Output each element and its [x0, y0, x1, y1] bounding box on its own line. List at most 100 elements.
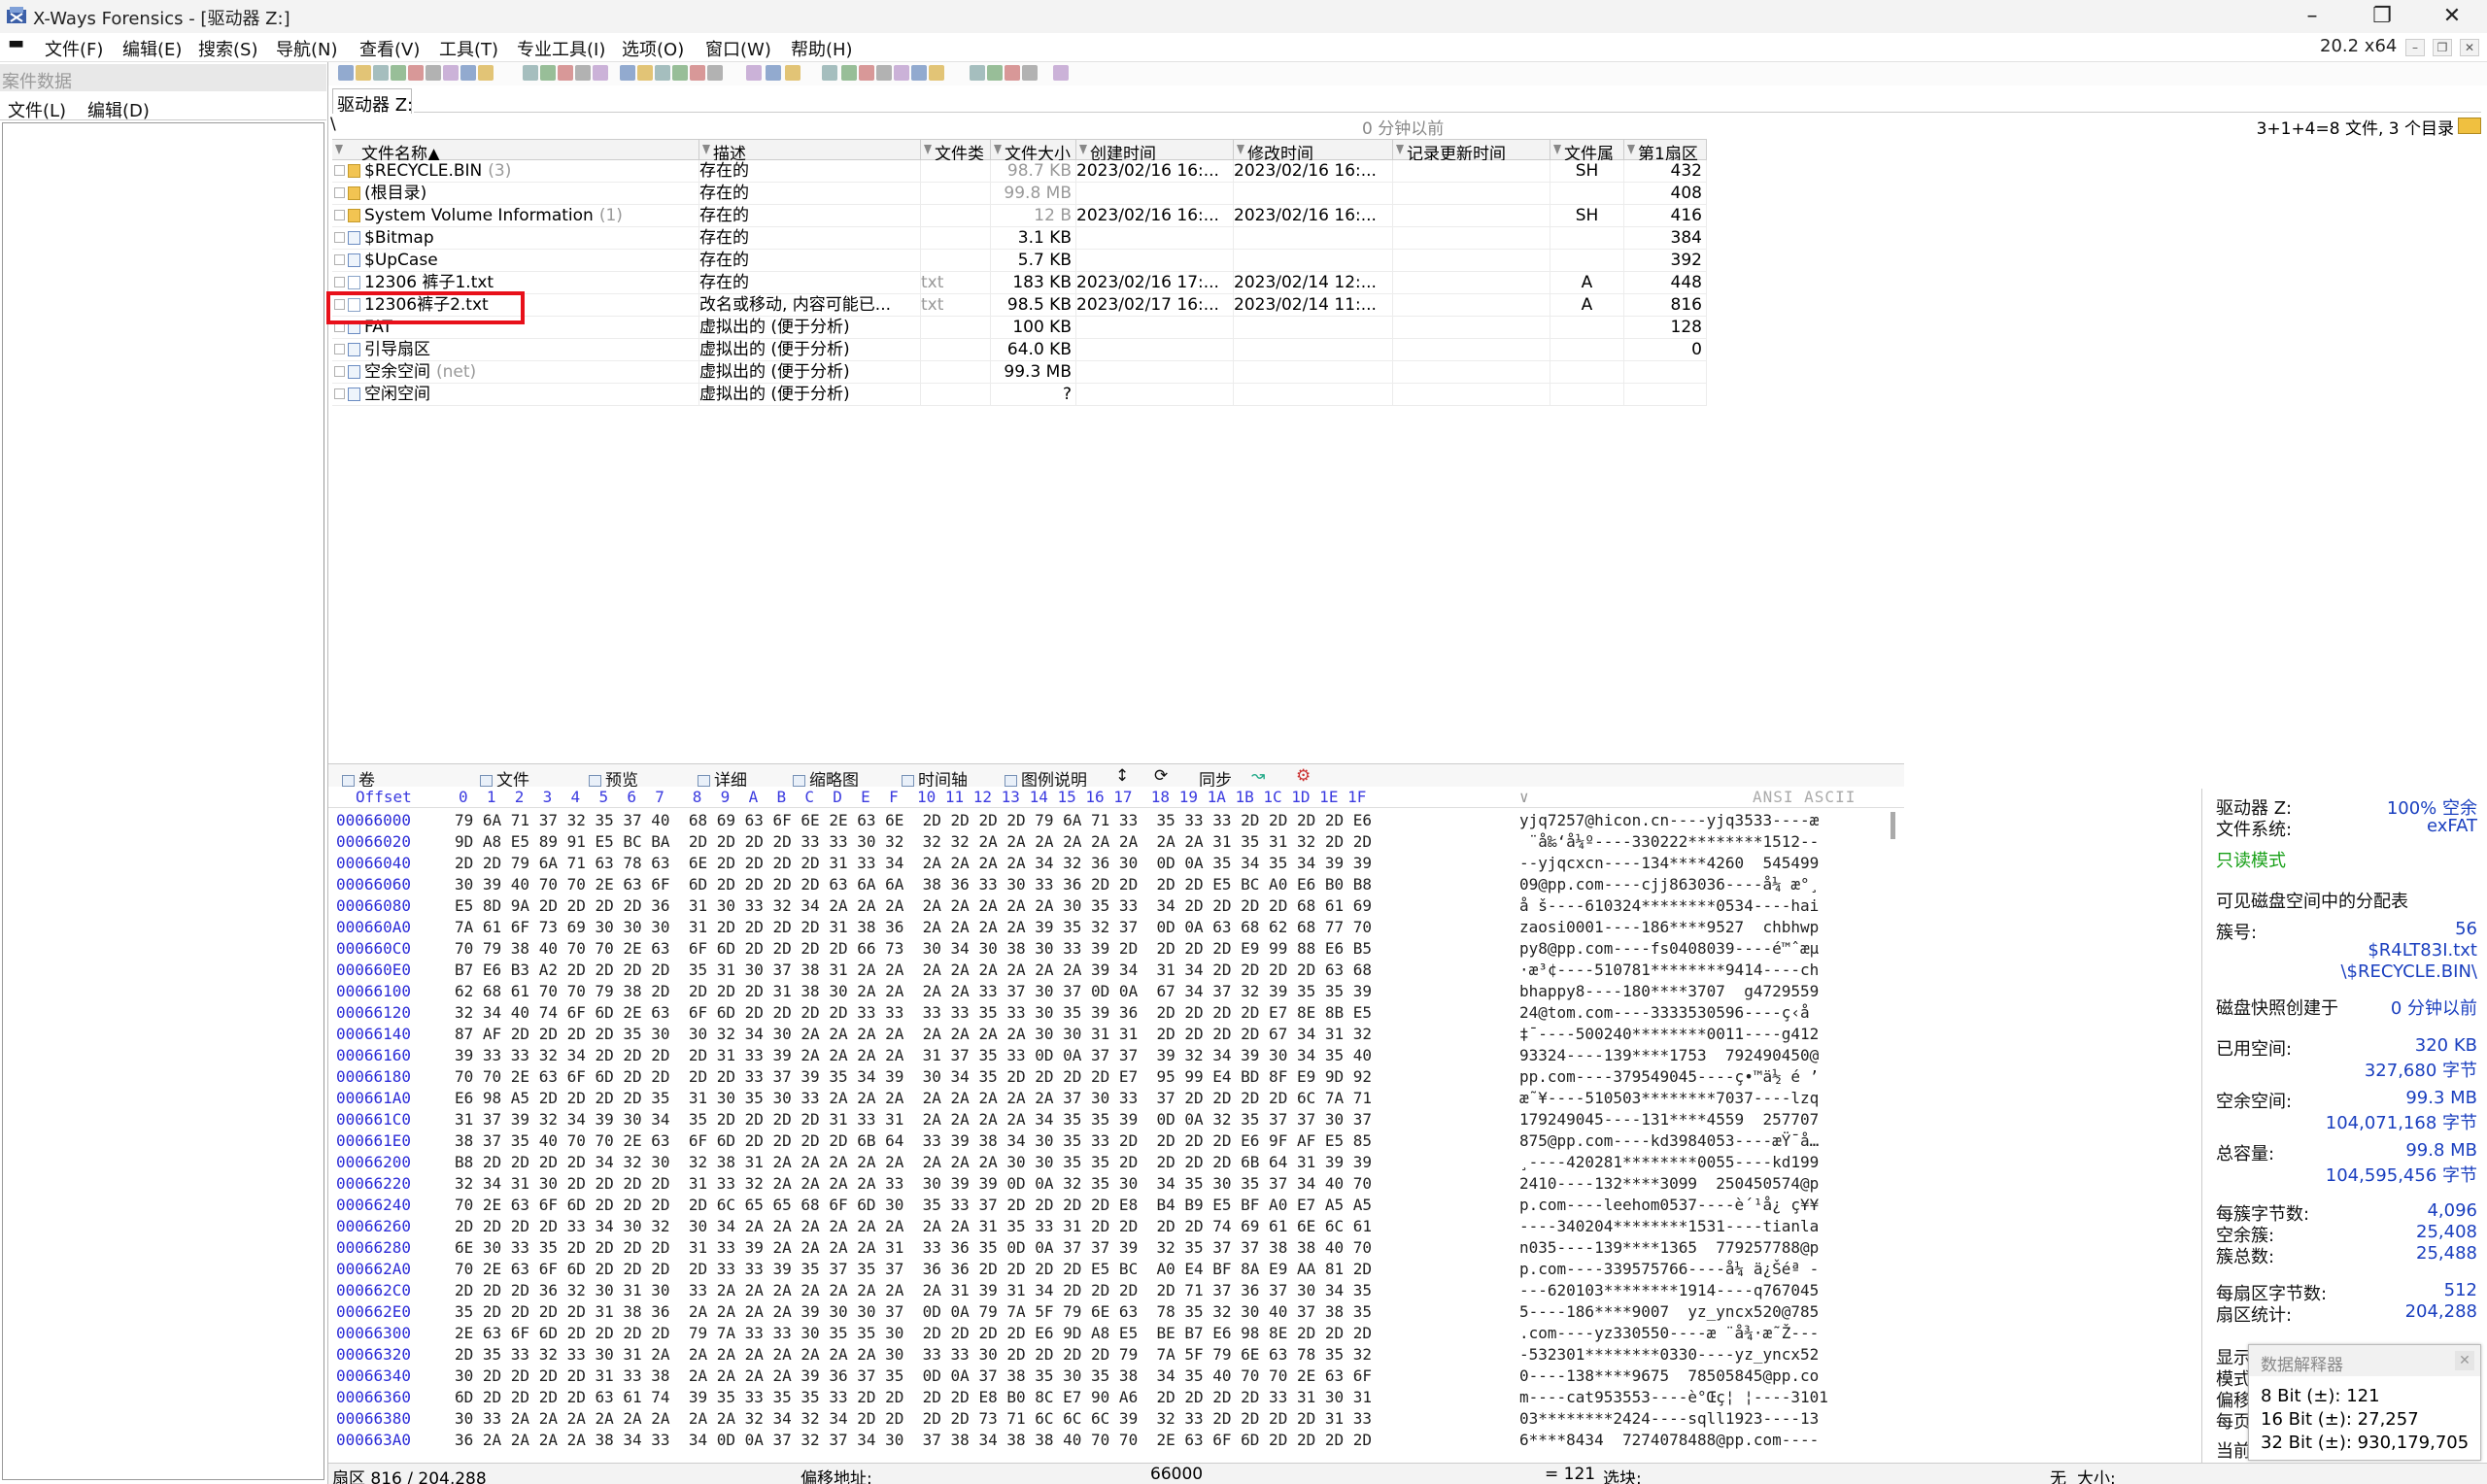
mdi-close-icon[interactable]: ✕ — [2460, 39, 2479, 56]
file-row[interactable]: $RECYCLE.BIN (3) 存在的 98.7 KB 2023/02/16 16:.… — [332, 160, 1707, 183]
row-checkbox[interactable] — [334, 165, 345, 176]
settings-icon[interactable]: ⚙ — [1296, 766, 1311, 786]
toolbar-tool-icon[interactable] — [987, 65, 1003, 81]
hex-row[interactable]: 00066000 79 6A 71 37 32 35 37 40 68 69 63… — [328, 810, 1904, 831]
toolbar-tool-icon[interactable] — [575, 65, 591, 81]
toolbar-tool-icon[interactable] — [478, 65, 494, 81]
col-record-updated[interactable]: 记录更新时间 — [1393, 140, 1550, 160]
hex-row[interactable]: 00066040 2D 2D 79 6A 71 63 78 63 6E 2D 2D… — [328, 853, 1904, 874]
ascii-toggle-icon[interactable]: ∨ — [1519, 788, 1529, 806]
file-name-cell[interactable]: $UpCase — [332, 250, 699, 271]
col-type[interactable]: 文件类 — [921, 140, 991, 160]
row-checkbox[interactable] — [334, 232, 345, 243]
hex-scrollbar[interactable] — [1891, 812, 1895, 839]
hex-editor[interactable]: Offset 0 1 2 3 4 5 6 7 8 9 A B C D E F 1… — [328, 787, 1904, 1457]
col-modified[interactable]: 修改时间 — [1234, 140, 1393, 160]
sync-arrow-icon[interactable]: ↝ — [1251, 766, 1265, 786]
file-row[interactable]: 引导扇区 虚拟出的 (便于分析) 64.0 KB 0 — [332, 339, 1707, 361]
menu-help[interactable]: 帮助(H) — [791, 36, 853, 61]
hex-row[interactable]: 000662E0 35 2D 2D 2D 2D 31 38 36 2A 2A 2A… — [328, 1301, 1904, 1323]
toolbar-tool-icon[interactable] — [655, 65, 670, 81]
case-tree[interactable] — [2, 122, 324, 1480]
toolbar-tool-icon[interactable] — [766, 65, 781, 81]
data-interpreter-close-button[interactable]: ✕ — [2455, 1351, 2474, 1370]
file-row[interactable]: 12306裤子2.txt 改名或移动, 内容可能已... txt 98.5 KB 202… — [332, 294, 1707, 317]
hex-row[interactable]: 00066020 9D A8 E5 89 91 E5 BC BA 2D 2D 2D… — [328, 831, 1904, 853]
col-created[interactable]: 创建时间 — [1076, 140, 1234, 160]
toolbar-tool-icon[interactable] — [540, 65, 556, 81]
toolbar-tool-icon[interactable] — [1053, 65, 1069, 81]
menu-window[interactable]: 窗口(W) — [705, 36, 771, 61]
col-attributes[interactable]: 文件属 — [1550, 140, 1624, 160]
hex-row[interactable]: 000663A0 36 2A 2A 2A 2A 38 34 33 34 0D 0A… — [328, 1430, 1904, 1451]
toolbar-tool-icon[interactable] — [338, 65, 354, 81]
menu-search[interactable]: 搜索(S) — [198, 36, 257, 61]
toolbar-tool-icon[interactable] — [620, 65, 635, 81]
hex-row[interactable]: 00066220 32 34 31 30 2D 2D 2D 2D 31 33 32… — [328, 1173, 1904, 1195]
file-name-cell[interactable]: $Bitmap — [332, 227, 699, 249]
data-interpreter-panel[interactable]: 数据解释器 ✕ 8 Bit (±): 121 16 Bit (±): 27,25… — [2248, 1344, 2481, 1461]
toolbar-tool-icon[interactable] — [373, 65, 389, 81]
toolbar-tool-icon[interactable] — [558, 65, 573, 81]
hex-row[interactable]: 000660E0 B7 E6 B3 A2 2D 2D 2D 2D 35 31 30… — [328, 960, 1904, 981]
hex-row[interactable]: 00066200 B8 2D 2D 2D 2D 34 32 30 32 38 31… — [328, 1152, 1904, 1173]
scroll-icon[interactable]: ↕ — [1115, 766, 1129, 786]
minimize-button[interactable]: – — [2287, 2, 2337, 31]
menu-file[interactable]: 文件(F) — [45, 36, 103, 61]
toolbar-tool-icon[interactable] — [876, 65, 892, 81]
toolbar-tool-icon[interactable] — [970, 65, 985, 81]
hex-row[interactable]: 00066080 E5 8D 9A 2D 2D 2D 2D 36 31 30 33… — [328, 895, 1904, 917]
menu-edit[interactable]: 编辑(E) — [122, 36, 182, 61]
row-checkbox[interactable] — [334, 366, 345, 377]
file-row[interactable]: System Volume Information (1) 存在的 12 B 2023/… — [332, 205, 1707, 227]
hex-row[interactable]: 00066240 70 2E 63 6F 6D 2D 2D 2D 2D 6C 65… — [328, 1195, 1904, 1216]
col-description[interactable]: 描述 — [699, 140, 921, 160]
hex-row[interactable]: 000660C0 70 79 38 40 70 70 2E 63 6F 6D 2D… — [328, 938, 1904, 960]
hex-row[interactable]: 000661A0 E6 98 A5 2D 2D 2D 2D 35 31 30 35… — [328, 1088, 1904, 1109]
hex-row[interactable]: 00066180 70 70 2E 63 6F 6D 2D 2D 2D 2D 33… — [328, 1066, 1904, 1088]
toolbar-tool-icon[interactable] — [356, 65, 371, 81]
toolbar-tool-icon[interactable] — [1005, 65, 1020, 81]
file-row[interactable]: 12306 裤子1.txt 存在的 txt 183 KB 2023/02/16 17:.… — [332, 272, 1707, 294]
col-size[interactable]: 文件大小 — [991, 140, 1076, 160]
toolbar-tool-icon[interactable] — [911, 65, 927, 81]
toolbar-tool-icon[interactable] — [408, 65, 424, 81]
hex-row[interactable]: 000661C0 31 37 39 32 34 39 30 34 35 2D 2D… — [328, 1109, 1904, 1130]
hex-row[interactable]: 00066120 32 34 40 74 6F 6D 2E 63 6F 6D 2D… — [328, 1002, 1904, 1024]
hex-row[interactable]: 00066140 87 AF 2D 2D 2D 2D 35 30 30 32 34… — [328, 1024, 1904, 1045]
toolbar-tool-icon[interactable] — [841, 65, 857, 81]
hex-row[interactable]: 00066260 2D 2D 2D 2D 33 34 30 32 30 34 2A… — [328, 1216, 1904, 1237]
system-menu-icon[interactable]: ▬ — [8, 33, 24, 53]
toolbar-tool-icon[interactable] — [822, 65, 837, 81]
col-first-sector[interactable]: 第1扇区 — [1624, 140, 1707, 160]
file-row[interactable]: $Bitmap 存在的 3.1 KB 384 — [332, 227, 1707, 250]
close-button[interactable]: ✕ — [2427, 2, 2477, 31]
toolbar-tool-icon[interactable] — [690, 65, 705, 81]
file-row[interactable]: (根目录) 存在的 99.8 MB 408 — [332, 183, 1707, 205]
toolbar-tool-icon[interactable] — [929, 65, 944, 81]
hex-row[interactable]: 000661E0 38 37 35 40 70 70 2E 63 6F 6D 2D… — [328, 1130, 1904, 1152]
file-name-cell[interactable]: System Volume Information (1) — [332, 205, 699, 226]
toolbar-tool-icon[interactable] — [637, 65, 653, 81]
toolbar-tool-icon[interactable] — [460, 65, 476, 81]
toolbar-tool-icon[interactable] — [894, 65, 909, 81]
toolbar-tool-icon[interactable] — [746, 65, 762, 81]
mdi-restore-icon[interactable]: ❐ — [2433, 39, 2452, 56]
row-checkbox[interactable] — [334, 187, 345, 198]
hex-row[interactable]: 00066360 6D 2D 2D 2D 2D 63 61 74 39 35 33… — [328, 1387, 1904, 1408]
row-checkbox[interactable] — [334, 277, 345, 287]
row-checkbox[interactable] — [334, 254, 345, 265]
hex-row[interactable]: 00066300 2E 63 6F 6D 2D 2D 2D 2D 79 7A 33… — [328, 1323, 1904, 1344]
hex-row[interactable]: 00066160 39 33 33 32 34 2D 2D 2D 2D 31 33… — [328, 1045, 1904, 1066]
file-row[interactable]: 空余空间 (net) 虚拟出的 (便于分析) 99.3 MB — [332, 361, 1707, 384]
hex-row[interactable]: 00066320 2D 35 33 32 33 30 31 2A 2A 2A 2A… — [328, 1344, 1904, 1366]
hex-row[interactable]: 000660A0 7A 61 6F 73 69 30 30 30 31 2D 2D… — [328, 917, 1904, 938]
menu-view[interactable]: 查看(V) — [359, 36, 420, 61]
menu-navigate[interactable]: 导航(N) — [276, 36, 338, 61]
hex-row[interactable]: 00066100 62 68 61 70 70 79 38 2D 2D 2D 2D… — [328, 981, 1904, 1002]
drive-tab[interactable]: 驱动器 Z: — [332, 88, 413, 116]
hex-row[interactable]: 00066060 30 39 40 70 70 2E 63 6F 6D 2D 2D… — [328, 874, 1904, 895]
file-name-cell[interactable]: 空余空间 (net) — [332, 361, 699, 383]
file-name-cell[interactable]: 12306 裤子1.txt — [332, 272, 699, 293]
file-row[interactable]: 空闲空间 虚拟出的 (便于分析)? — [332, 384, 1707, 406]
